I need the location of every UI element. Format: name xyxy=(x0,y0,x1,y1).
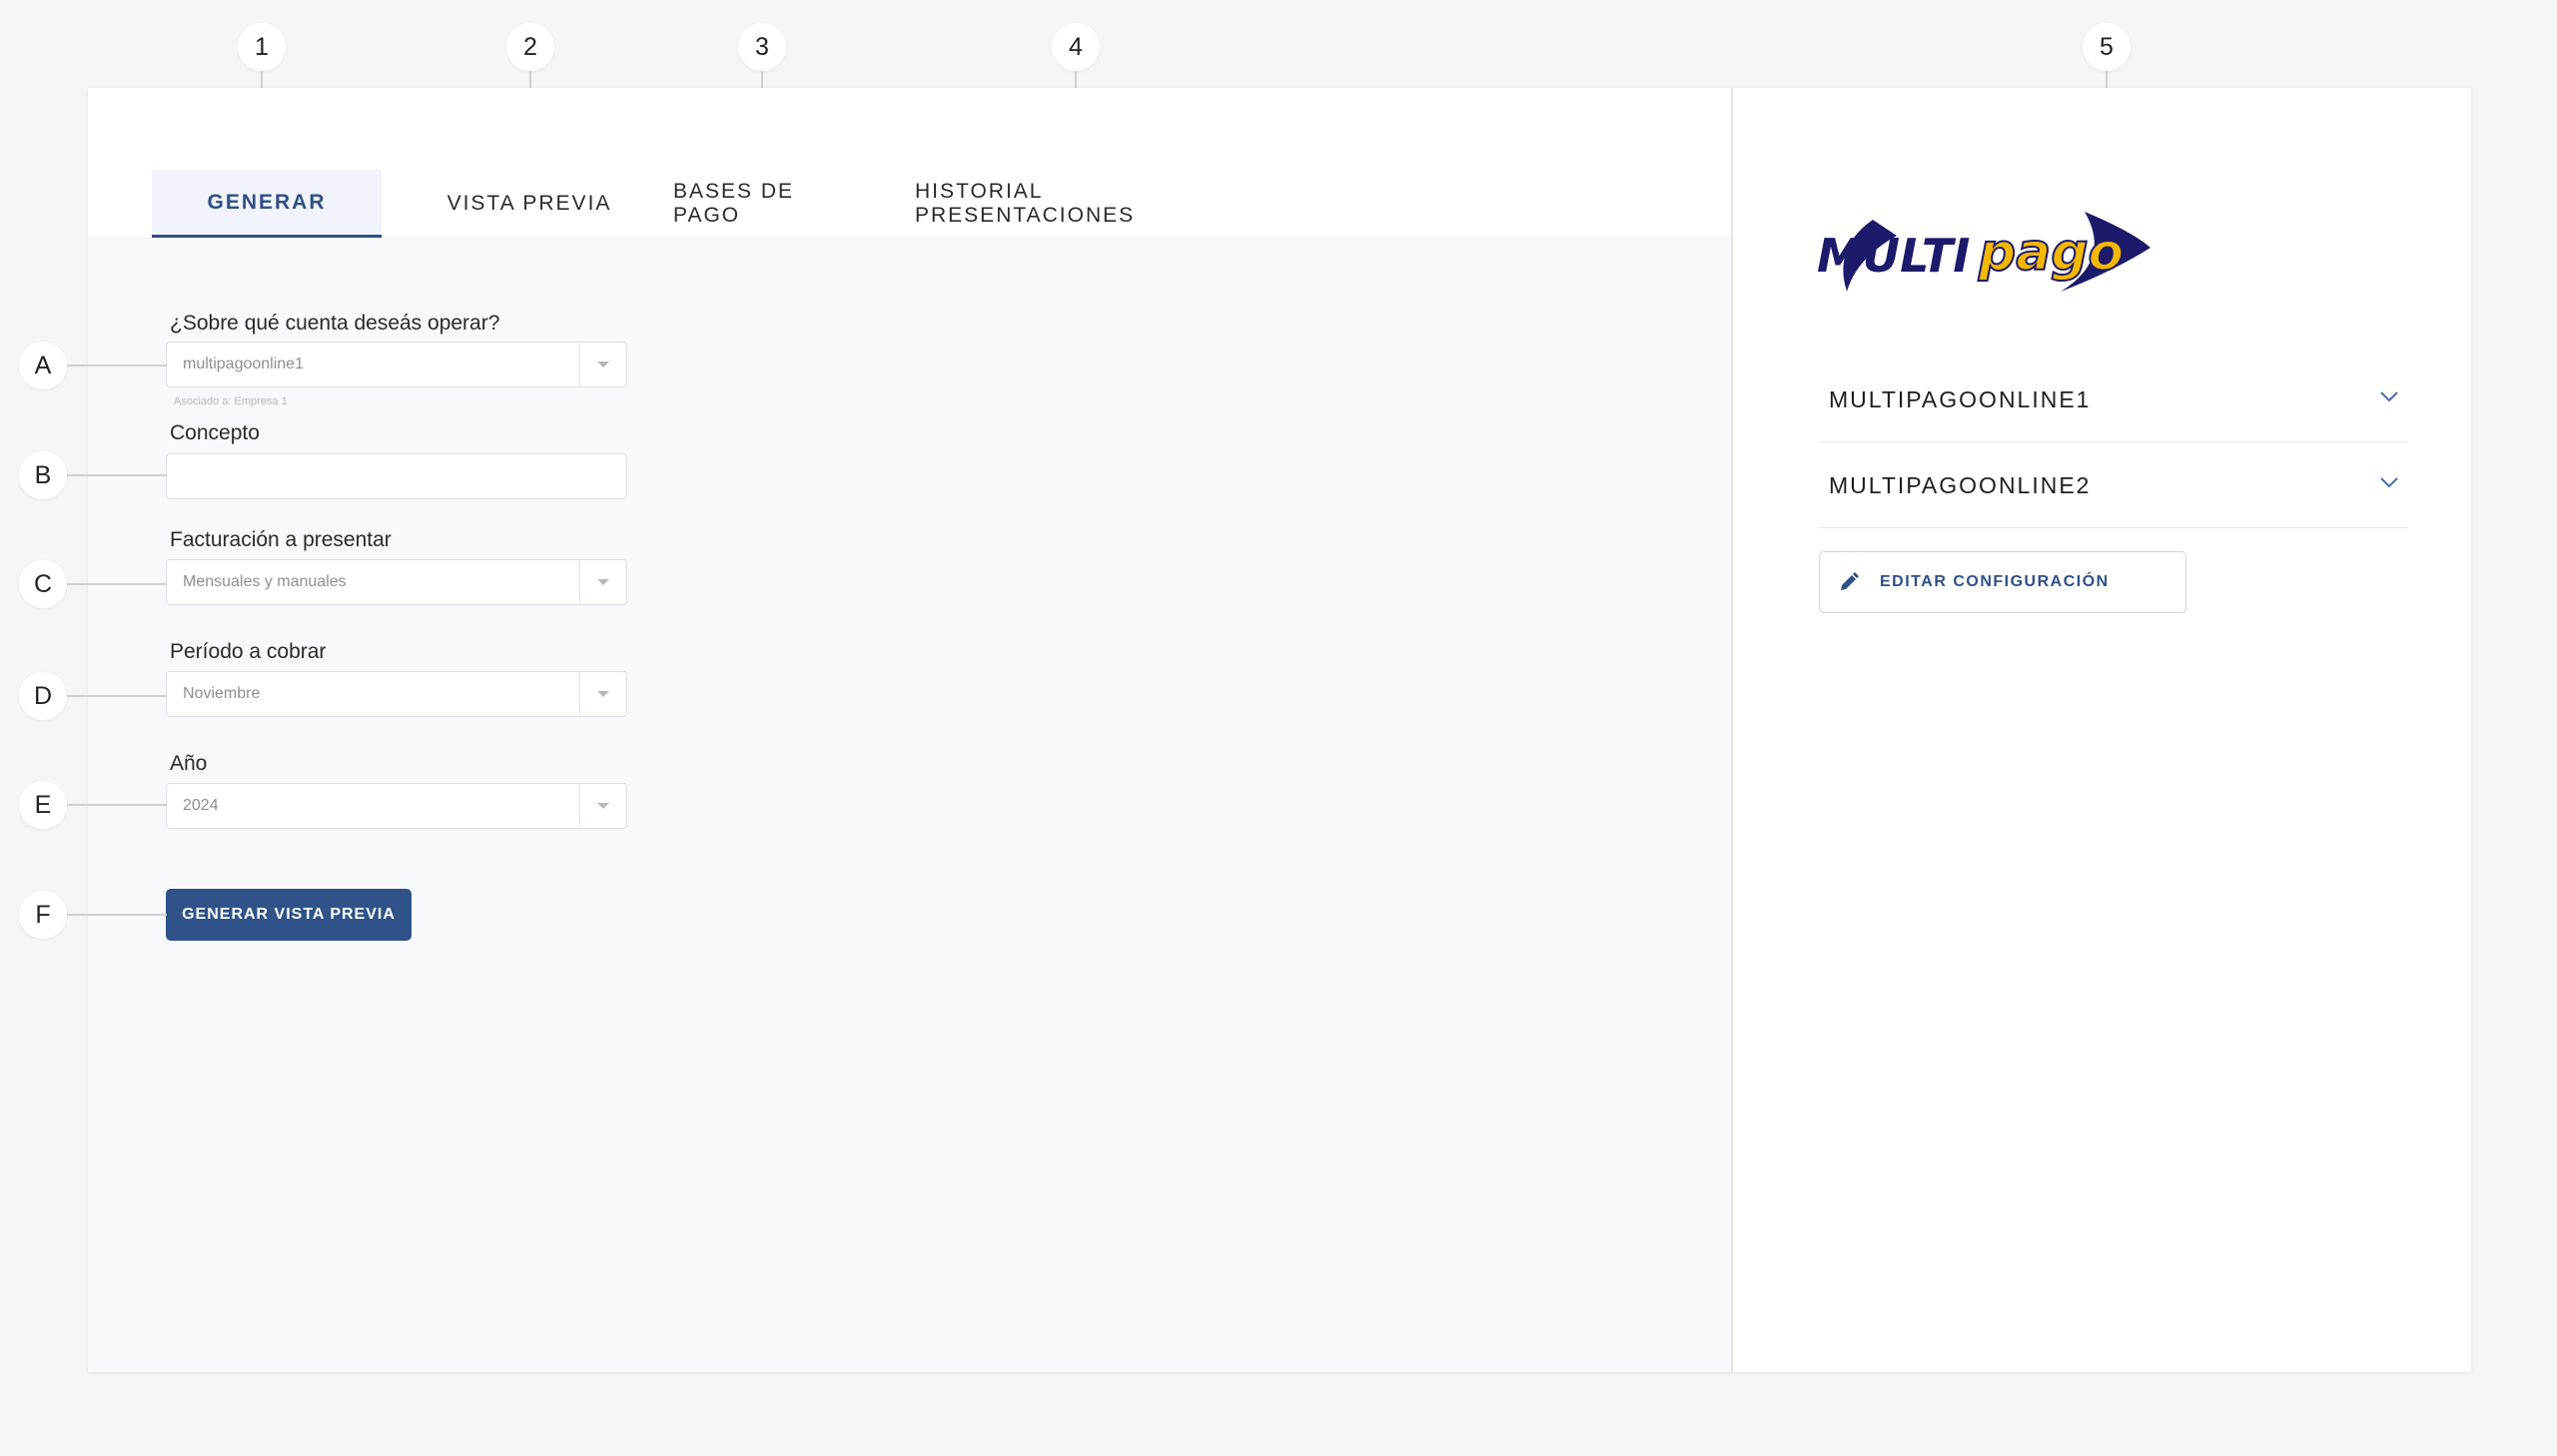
billing-label: Facturación a presentar xyxy=(170,528,392,551)
callout-d: D xyxy=(19,672,67,720)
caret-down-icon xyxy=(597,803,609,809)
account-helper-text: Asociado a: Empresa 1 xyxy=(174,395,288,407)
billing-select-value: Mensuales y manuales xyxy=(183,573,347,590)
callout-4: 4 xyxy=(1052,23,1100,71)
callout-label: 3 xyxy=(755,32,769,61)
period-select[interactable]: Noviembre xyxy=(166,671,627,717)
account-accordion-label: MULTIPAGOONLINE1 xyxy=(1829,385,2092,412)
callout-label: B xyxy=(34,460,52,489)
callout-label: D xyxy=(33,681,53,710)
caret-down-icon xyxy=(597,691,609,697)
account-accordion-label: MULTIPAGOONLINE2 xyxy=(1829,471,2092,498)
callout-label: C xyxy=(33,569,53,598)
billing-select[interactable]: Mensuales y manuales xyxy=(166,559,627,605)
account-accordion-1[interactable]: MULTIPAGOONLINE1 xyxy=(1819,358,2408,442)
callout-a: A xyxy=(19,342,67,389)
callout-label: 2 xyxy=(523,32,537,61)
caret-down-icon xyxy=(597,579,609,585)
tab-vista-previa[interactable]: VISTA PREVIA xyxy=(445,170,613,238)
logo-text-multi: MULTI xyxy=(1817,229,1970,283)
account-select[interactable]: multipagoonline1 xyxy=(166,342,627,387)
concept-label: Concepto xyxy=(170,421,260,444)
tab-label: BASES DE PAGO xyxy=(673,180,795,227)
tab-label: GENERAR xyxy=(207,190,327,214)
callout-label: A xyxy=(34,351,52,379)
callout-e: E xyxy=(19,781,67,829)
account-accordion-2[interactable]: MULTIPAGOONLINE2 xyxy=(1819,443,2408,528)
callout-5: 5 xyxy=(2083,23,2131,71)
callout-line xyxy=(67,583,167,585)
period-label: Período a cobrar xyxy=(170,640,327,663)
account-label: ¿Sobre qué cuenta deseás operar? xyxy=(170,312,500,335)
callout-f: F xyxy=(19,891,67,939)
period-select-value: Noviembre xyxy=(183,685,261,702)
tab-generar[interactable]: GENERAR xyxy=(152,170,382,238)
tab-label: VISTA PREVIA xyxy=(446,192,612,215)
callout-label: F xyxy=(35,900,51,929)
callout-line xyxy=(67,695,167,697)
callout-line xyxy=(67,914,167,916)
year-select-toggle[interactable] xyxy=(579,784,626,828)
concept-input[interactable] xyxy=(166,453,627,499)
caret-down-icon xyxy=(597,362,609,367)
side-pane: MULTI pago MULTIPAGOONLINE1 MULTIPAGOONL… xyxy=(1733,88,2471,1372)
logo-text-pago: pago xyxy=(1978,223,2124,283)
generate-preview-button[interactable]: GENERAR VISTA PREVIA xyxy=(166,889,412,941)
callout-c: C xyxy=(19,560,67,608)
chevron-down-icon xyxy=(2380,477,2398,488)
edit-configuration-label: EDITAR CONFIGURACIÓN xyxy=(1880,573,2110,590)
callout-2: 2 xyxy=(506,23,554,71)
callout-3: 3 xyxy=(738,23,786,71)
chevron-down-icon xyxy=(2380,391,2398,402)
page: 1 2 3 4 5 GENERAR VISTA PREVIA BASES DE … xyxy=(0,0,2557,1456)
account-select-value: multipagoonline1 xyxy=(183,356,304,372)
tab-label: HISTORIAL PRESENTACIONES xyxy=(915,180,1136,227)
callout-1: 1 xyxy=(238,23,286,71)
callout-label: 5 xyxy=(2100,32,2114,61)
callout-label: E xyxy=(34,790,52,819)
callout-label: 4 xyxy=(1069,32,1083,61)
callout-line xyxy=(67,474,167,476)
callout-b: B xyxy=(19,451,67,499)
period-select-toggle[interactable] xyxy=(579,672,626,716)
callout-line xyxy=(67,364,167,366)
main-card: GENERAR VISTA PREVIA BASES DE PAGO HISTO… xyxy=(88,88,2471,1372)
multipago-logo: MULTI pago xyxy=(1817,212,2150,292)
account-select-toggle[interactable] xyxy=(579,343,626,386)
year-select-value: 2024 xyxy=(183,797,219,814)
edit-configuration-button[interactable]: EDITAR CONFIGURACIÓN xyxy=(1819,551,2186,613)
callout-label: 1 xyxy=(255,32,269,61)
callout-line xyxy=(67,804,167,806)
billing-select-toggle[interactable] xyxy=(579,560,626,604)
tab-bases-de-pago[interactable]: BASES DE PAGO xyxy=(673,170,857,238)
tab-historial-presentaciones[interactable]: HISTORIAL PRESENTACIONES xyxy=(915,170,1241,238)
year-select[interactable]: 2024 xyxy=(166,783,627,829)
tab-bar: GENERAR VISTA PREVIA BASES DE PAGO HISTO… xyxy=(88,88,1731,239)
year-label: Año xyxy=(170,752,208,775)
pencil-icon xyxy=(1841,572,1859,590)
main-pane: GENERAR VISTA PREVIA BASES DE PAGO HISTO… xyxy=(88,88,1733,1372)
